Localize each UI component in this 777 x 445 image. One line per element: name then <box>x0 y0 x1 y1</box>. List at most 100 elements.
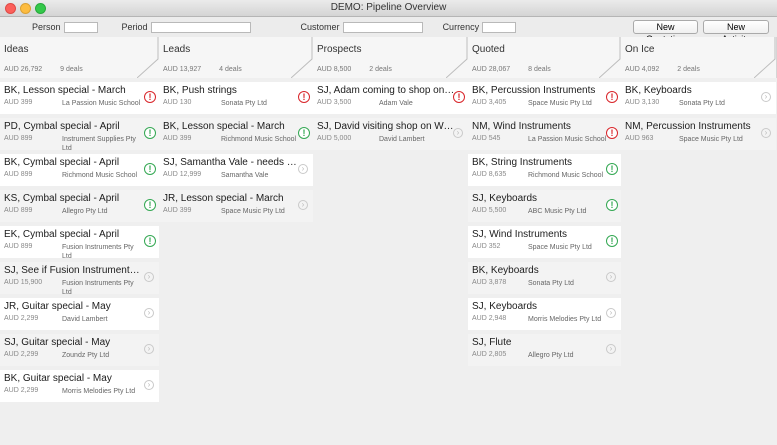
period-field[interactable] <box>150 21 251 33</box>
stage-chevron-icon <box>446 37 468 78</box>
customer-field[interactable] <box>342 21 423 33</box>
column-header[interactable]: On Ice AUD 4,092 2 deals <box>621 37 777 78</box>
deal-card[interactable]: JR, Guitar special - May AUD 2,299 David L… <box>0 298 159 330</box>
deal-card[interactable]: JR, Lesson special - March AUD 399 Space M… <box>159 190 313 222</box>
column-summary: AUD 13,927 4 deals <box>163 66 242 73</box>
exclamation-icon[interactable]: ! <box>453 91 465 103</box>
deal-card[interactable]: BK, Keyboards AUD 3,878 Sonata Pty Ltd › <box>468 262 621 294</box>
column-title: Ideas <box>4 44 29 55</box>
deal-amount: AUD 3,130 <box>625 99 660 106</box>
deal-card[interactable]: BK, Percussion Instruments AUD 3,405 Space… <box>468 82 621 114</box>
deal-amount: AUD 399 <box>4 99 33 106</box>
column-amount: AUD 13,927 <box>163 66 202 73</box>
deal-card[interactable]: BK, Lesson special - March AUD 399 Richmon… <box>159 118 313 150</box>
stage-chevron-icon <box>291 37 313 78</box>
deal-title: BK, Keyboards <box>625 85 692 96</box>
deal-card[interactable]: NM, Wind Instruments AUD 545 La Passion Mu… <box>468 118 621 150</box>
new-activity-button[interactable]: New Activity <box>703 20 769 44</box>
exclamation-icon[interactable]: ! <box>606 127 618 139</box>
stage-chevron-icon <box>137 37 159 78</box>
deal-title: BK, Cymbal special - April <box>4 157 120 168</box>
exclamation-icon[interactable]: ! <box>144 91 156 103</box>
column-header[interactable]: Quoted AUD 28,067 8 deals <box>468 37 622 78</box>
deal-title: BK, Keyboards <box>472 265 539 276</box>
deal-customer: David Lambert <box>379 136 425 143</box>
exclamation-icon[interactable]: ! <box>144 235 156 247</box>
deal-card[interactable]: SJ, Guitar special - May AUD 2,299 Zoundz … <box>0 334 159 366</box>
minimize-window-button[interactable] <box>20 3 31 14</box>
column-header[interactable]: Leads AUD 13,927 4 deals <box>159 37 314 78</box>
deal-title: SJ, David visiting shop on Wedn... <box>317 121 455 132</box>
chevron-right-icon[interactable]: › <box>606 344 616 354</box>
stage-chevron-icon <box>754 37 776 78</box>
exclamation-icon[interactable]: ! <box>298 127 310 139</box>
close-window-button[interactable] <box>5 3 16 14</box>
deal-amount: AUD 899 <box>4 135 33 142</box>
chevron-right-icon[interactable]: › <box>144 308 154 318</box>
exclamation-icon[interactable]: ! <box>606 163 618 175</box>
column-amount: AUD 4,092 <box>625 66 660 73</box>
chevron-right-icon[interactable]: › <box>453 128 463 138</box>
filter-toolbar: Person Period Customer Currency New Quot… <box>0 17 777 44</box>
deal-title: BK, Lesson special - March <box>163 121 285 132</box>
deal-card[interactable]: SJ, Adam coming to shop on W... AUD 3,500… <box>313 82 468 114</box>
deal-title: SJ, Samantha Vale - needs upgr... <box>163 157 301 168</box>
chevron-right-icon[interactable]: › <box>606 272 616 282</box>
currency-field[interactable] <box>482 21 517 33</box>
deal-customer: Richmond Music School <box>62 172 138 179</box>
exclamation-icon[interactable]: ! <box>606 235 618 247</box>
column-header[interactable]: Ideas AUD 26,792 9 deals <box>0 37 160 78</box>
deal-card[interactable]: NM, Percussion Instruments AUD 963 Space M… <box>621 118 776 150</box>
deal-card[interactable]: SJ, Keyboards AUD 2,948 Morris Melodies Pt… <box>468 298 621 330</box>
column-summary: AUD 4,092 2 deals <box>625 66 700 73</box>
deal-customer: Richmond Music School <box>528 172 604 179</box>
deal-card[interactable]: KS, Cymbal special - April AUD 899 Allegro… <box>0 190 159 222</box>
deal-customer: Morris Melodies Pty Ltd <box>528 316 602 323</box>
deal-customer: Fusion Instruments Pty Ltd <box>62 280 134 296</box>
deal-card[interactable]: BK, Guitar special - May AUD 2,299 Morris … <box>0 370 159 402</box>
chevron-right-icon[interactable]: › <box>144 344 154 354</box>
column-header[interactable]: Prospects AUD 8,500 2 deals <box>313 37 469 78</box>
chevron-right-icon[interactable]: › <box>606 308 616 318</box>
deal-card[interactable]: SJ, Wind Instruments AUD 352 Space Music P… <box>468 226 621 258</box>
deal-card[interactable]: BK, Keyboards AUD 3,130 Sonata Pty Ltd › <box>621 82 776 114</box>
person-field[interactable] <box>63 21 98 33</box>
deal-amount: AUD 8,635 <box>472 171 507 178</box>
exclamation-icon[interactable]: ! <box>144 127 156 139</box>
deal-amount: AUD 12,999 <box>163 171 202 178</box>
exclamation-icon[interactable]: ! <box>606 91 618 103</box>
new-quotation-button[interactable]: New Quotation <box>633 20 698 44</box>
deal-card[interactable]: SJ, Samantha Vale - needs upgr... AUD 12,… <box>159 154 313 186</box>
chevron-right-icon[interactable]: › <box>298 164 308 174</box>
deal-card[interactable]: SJ, See if Fusion Instruments wa... AUD 1… <box>0 262 159 296</box>
deal-card[interactable]: SJ, Keyboards AUD 5,500 ABC Music Pty Ltd! <box>468 190 621 222</box>
column-amount: AUD 26,792 <box>4 66 43 73</box>
deal-card[interactable]: BK, Push strings AUD 130 Sonata Pty Ltd! <box>159 82 313 114</box>
deal-card[interactable]: SJ, Flute AUD 2,805 Allegro Pty Ltd › <box>468 334 621 366</box>
deal-title: BK, Push strings <box>163 85 237 96</box>
deal-card[interactable]: PD, Cymbal special - April AUD 899 Instrum… <box>0 118 159 152</box>
deal-card[interactable]: SJ, David visiting shop on Wedn... AUD 5,… <box>313 118 468 150</box>
zoom-window-button[interactable] <box>35 3 46 14</box>
chevron-right-icon[interactable]: › <box>761 92 771 102</box>
column-title: Prospects <box>317 44 362 55</box>
deal-title: SJ, Flute <box>472 337 512 348</box>
deal-amount: AUD 5,000 <box>317 135 352 142</box>
deal-card[interactable]: BK, Cymbal special - April AUD 899 Richmon… <box>0 154 159 186</box>
exclamation-icon[interactable]: ! <box>144 163 156 175</box>
exclamation-icon[interactable]: ! <box>144 199 156 211</box>
deal-card[interactable]: BK, Lesson special - March AUD 399 La Pass… <box>0 82 159 114</box>
column-leads: Leads AUD 13,927 4 deals BK, Push strings AU… <box>159 37 314 445</box>
chevron-right-icon[interactable]: › <box>761 128 771 138</box>
chevron-right-icon[interactable]: › <box>144 380 154 390</box>
column-quoted: Quoted AUD 28,067 8 deals BK, Percussion In… <box>468 37 622 445</box>
deal-card[interactable]: EK, Cymbal special - April AUD 899 Fusion … <box>0 226 159 260</box>
deal-card[interactable]: BK, String Instruments AUD 8,635 Richmond … <box>468 154 621 186</box>
chevron-right-icon[interactable]: › <box>298 200 308 210</box>
deal-amount: AUD 3,878 <box>472 279 507 286</box>
chevron-right-icon[interactable]: › <box>144 272 154 282</box>
deal-customer: Morris Melodies Pty Ltd <box>62 388 136 395</box>
stage-chevron-icon <box>599 37 621 78</box>
exclamation-icon[interactable]: ! <box>606 199 618 211</box>
exclamation-icon[interactable]: ! <box>298 91 310 103</box>
